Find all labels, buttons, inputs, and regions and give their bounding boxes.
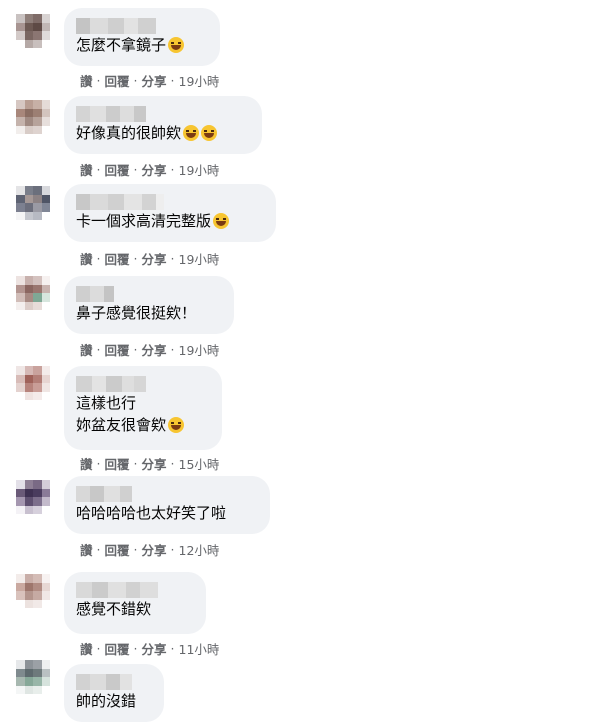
like-button[interactable]: 讚	[80, 340, 93, 359]
timestamp[interactable]: 19小時	[179, 160, 220, 179]
comment-actions: 讚 · 回覆 · 分享 · 19小時	[80, 249, 220, 268]
avatar[interactable]	[16, 480, 50, 514]
joy-emoji-icon	[201, 125, 218, 141]
share-button[interactable]: 分享	[142, 340, 167, 359]
comment-bubble: 感覺不錯欸	[64, 572, 206, 634]
comment-actions: 讚 · 回覆 · 分享 · 11小時	[80, 639, 220, 658]
share-button[interactable]: 分享	[142, 454, 167, 473]
blurred-commenter-name[interactable]	[76, 674, 152, 690]
blurred-commenter-name[interactable]	[76, 582, 194, 598]
reply-button[interactable]: 回覆	[105, 160, 130, 179]
blurred-commenter-name[interactable]	[76, 376, 210, 392]
reply-button[interactable]: 回覆	[105, 249, 130, 268]
timestamp[interactable]: 11小時	[179, 639, 220, 658]
avatar[interactable]	[16, 100, 50, 134]
comment-text: 感覺不錯欸	[76, 600, 152, 618]
comment-actions: 讚 · 回覆 · 分享 · 19小時	[80, 160, 220, 179]
like-button[interactable]: 讚	[80, 639, 93, 658]
comment-text: 怎麼不拿鏡子	[76, 34, 208, 56]
reply-button[interactable]: 回覆	[105, 540, 130, 559]
comment-text: 妳盆友很會欸	[76, 414, 210, 436]
avatar[interactable]	[16, 276, 50, 310]
blurred-commenter-name[interactable]	[76, 486, 258, 502]
blurred-commenter-name[interactable]	[76, 194, 264, 210]
wink-emoji-icon	[213, 213, 230, 229]
reply-button[interactable]: 回覆	[105, 639, 130, 658]
like-button[interactable]: 讚	[80, 249, 93, 268]
comment-bubble: 卡一個求高清完整版	[64, 184, 276, 242]
comment-actions: 讚 · 回覆 · 分享 · 19小時	[80, 340, 220, 359]
comment-text: 鼻子感覺很挺欸！	[76, 304, 197, 322]
timestamp[interactable]: 15小時	[179, 454, 220, 473]
rofl-emoji-icon	[168, 37, 185, 53]
like-button[interactable]: 讚	[80, 160, 93, 179]
comment-actions: 讚 · 回覆 · 分享 · 19小時	[80, 71, 220, 90]
avatar[interactable]	[16, 366, 50, 400]
comment-text: 卡一個求高清完整版	[76, 210, 264, 232]
share-button[interactable]: 分享	[142, 160, 167, 179]
comment-bubble: 好像真的很帥欸	[64, 96, 262, 154]
avatar[interactable]	[16, 186, 50, 220]
share-button[interactable]: 分享	[142, 540, 167, 559]
avatar[interactable]	[16, 660, 50, 694]
comment-text: 好像真的很帥欸	[76, 122, 250, 144]
timestamp[interactable]: 12小時	[179, 540, 220, 559]
comment-bubble: 哈哈哈哈也太好笑了啦	[64, 476, 270, 534]
timestamp[interactable]: 19小時	[179, 249, 220, 268]
joy-emoji-icon	[168, 417, 185, 433]
avatar[interactable]	[16, 14, 50, 48]
blurred-commenter-name[interactable]	[76, 106, 250, 122]
share-button[interactable]: 分享	[142, 249, 167, 268]
joy-emoji-icon	[183, 125, 200, 141]
avatar[interactable]	[16, 574, 50, 608]
like-button[interactable]: 讚	[80, 71, 93, 90]
comment-text: 這樣也行	[76, 394, 137, 412]
timestamp[interactable]: 19小時	[179, 71, 220, 90]
timestamp[interactable]: 19小時	[179, 340, 220, 359]
comment-bubble: 怎麼不拿鏡子	[64, 8, 220, 66]
reply-button[interactable]: 回覆	[105, 71, 130, 90]
share-button[interactable]: 分享	[142, 639, 167, 658]
comment-bubble: 帥的沒錯	[64, 664, 164, 722]
comment-text: 帥的沒錯	[76, 692, 137, 710]
comment-text: 哈哈哈哈也太好笑了啦	[76, 504, 227, 522]
reply-button[interactable]: 回覆	[105, 340, 130, 359]
comment-actions: 讚 · 回覆 · 分享 · 12小時	[80, 540, 220, 559]
like-button[interactable]: 讚	[80, 454, 93, 473]
reply-button[interactable]: 回覆	[105, 454, 130, 473]
comment-bubble: 鼻子感覺很挺欸！	[64, 276, 234, 334]
comment-bubble: 這樣也行 妳盆友很會欸	[64, 366, 222, 450]
like-button[interactable]: 讚	[80, 540, 93, 559]
blurred-commenter-name[interactable]	[76, 18, 208, 34]
share-button[interactable]: 分享	[142, 71, 167, 90]
blurred-commenter-name[interactable]	[76, 286, 222, 302]
comment-actions: 讚 · 回覆 · 分享 · 15小時	[80, 454, 220, 473]
